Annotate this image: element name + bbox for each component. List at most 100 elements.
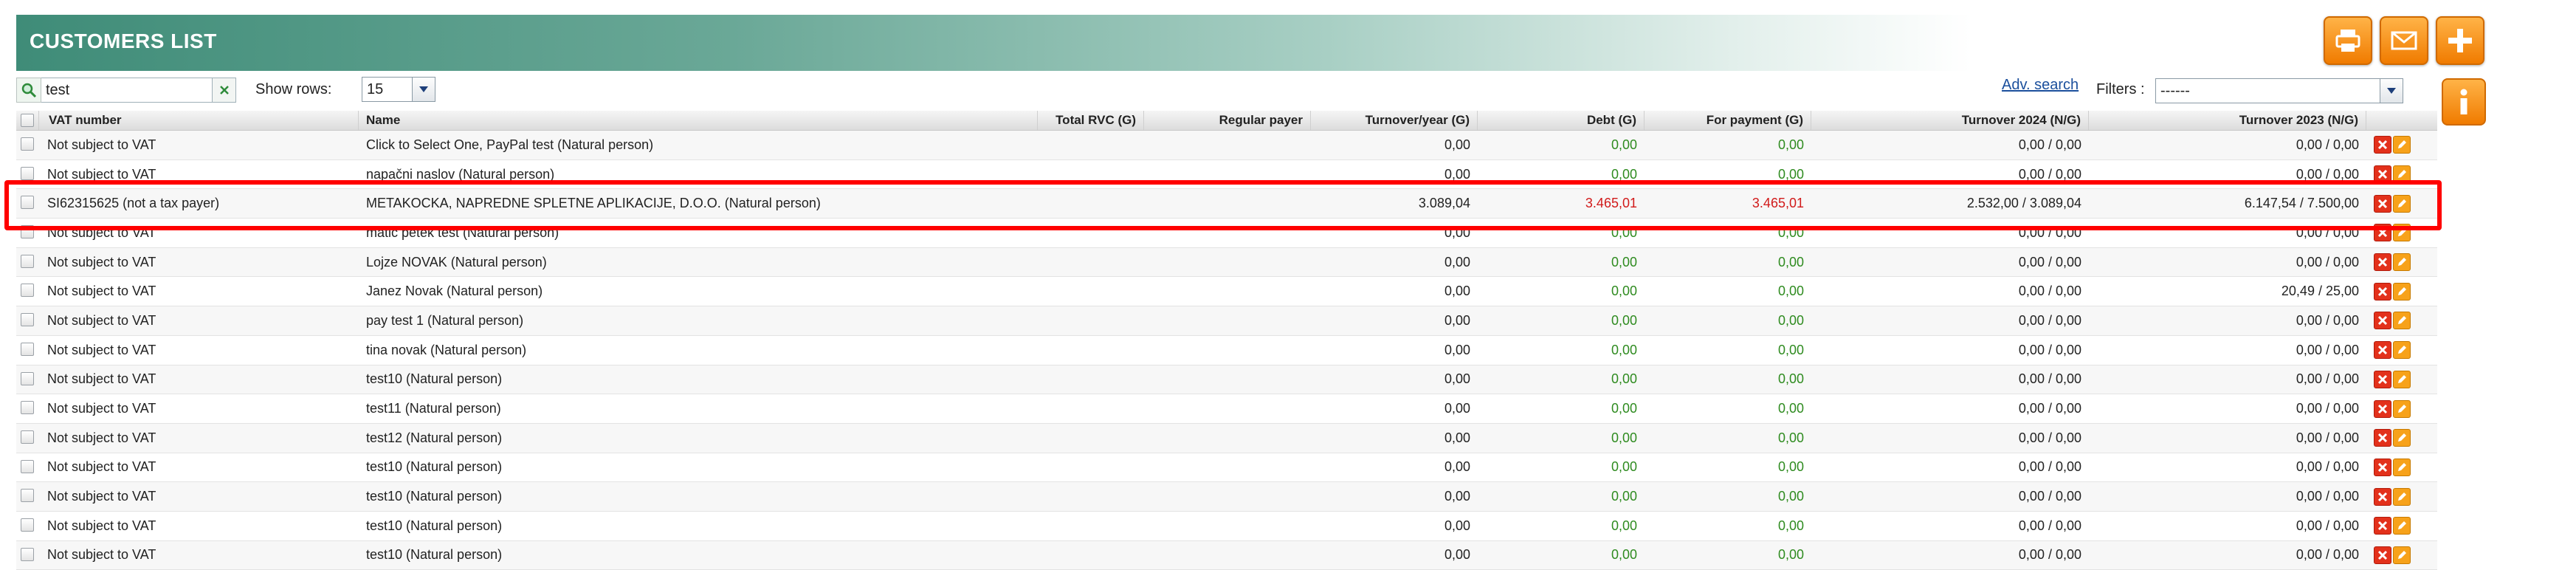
column-turnover-2023[interactable]: Turnover 2023 (N/G): [2089, 111, 2366, 130]
row-checkbox[interactable]: [21, 401, 34, 415]
chevron-down-icon: [412, 78, 435, 101]
delete-button[interactable]: [2374, 517, 2391, 535]
delete-button[interactable]: [2374, 546, 2391, 564]
row-checkbox[interactable]: [21, 547, 34, 561]
table-row[interactable]: Not subject to VAT test10 (Natural person…: [16, 512, 2437, 541]
row-checkbox[interactable]: [21, 196, 34, 210]
column-turnover-year[interactable]: Turnover/year (G): [1311, 111, 1478, 130]
row-checkbox[interactable]: [21, 518, 34, 532]
cell-for-payment: 0,00: [1777, 342, 1804, 357]
cell-vat-number: Not subject to VAT: [47, 489, 156, 504]
email-button[interactable]: [2380, 16, 2428, 65]
delete-button[interactable]: [2374, 224, 2391, 242]
table-row[interactable]: Not subject to VAT Janez Novak (Natural p…: [16, 277, 2437, 307]
table-row[interactable]: Not subject to VAT Click to Select One, P…: [16, 131, 2437, 160]
table-row[interactable]: Not subject to VAT matic petek test (Natu…: [16, 219, 2437, 248]
edit-button[interactable]: [2393, 370, 2411, 388]
delete-button[interactable]: [2374, 341, 2391, 360]
edit-button[interactable]: [2393, 429, 2411, 447]
table-row[interactable]: Not subject to VAT test10 (Natural person…: [16, 365, 2437, 395]
cell-name[interactable]: napačni naslov (Natural person): [366, 160, 1038, 189]
delete-button[interactable]: [2374, 399, 2391, 418]
delete-button[interactable]: [2374, 282, 2391, 301]
delete-button[interactable]: [2374, 429, 2391, 447]
edit-button[interactable]: [2393, 517, 2411, 535]
table-row[interactable]: Not subject to VAT napačni naslov (Natura…: [16, 160, 2437, 190]
row-checkbox[interactable]: [21, 430, 34, 444]
edit-button[interactable]: [2393, 165, 2411, 184]
cell-name[interactable]: test11 (Natural person): [366, 394, 1038, 423]
cell-name[interactable]: Lojze NOVAK (Natural person): [366, 248, 1038, 277]
delete-button[interactable]: [2374, 194, 2391, 213]
row-checkbox[interactable]: [21, 342, 34, 356]
cell-name[interactable]: Click to Select One, PayPal test (Natura…: [366, 131, 1038, 159]
edit-button[interactable]: [2393, 136, 2411, 154]
column-name[interactable]: Name: [359, 111, 1038, 130]
table-row[interactable]: Not subject to VAT tina novak (Natural pe…: [16, 336, 2437, 365]
cell-name[interactable]: test12 (Natural person): [366, 424, 1038, 453]
table-row[interactable]: Not subject to VAT test10 (Natural person…: [16, 540, 2437, 570]
search-button[interactable]: [16, 78, 41, 103]
cell-name[interactable]: METAKOCKA, NAPREDNE SPLETNE APLIKACIJE, …: [366, 189, 1038, 218]
cell-name[interactable]: matic petek test (Natural person): [366, 219, 1038, 247]
row-checkbox[interactable]: [21, 225, 34, 239]
table-row[interactable]: Not subject to VAT test10 (Natural person…: [16, 453, 2437, 483]
search-input[interactable]: [41, 78, 213, 103]
cell-name[interactable]: Janez Novak (Natural person): [366, 277, 1038, 306]
table-row[interactable]: Not subject to VAT pay test 1 (Natural pe…: [16, 306, 2437, 336]
table-row[interactable]: SI62315625 (not a tax payer) METAKOCKA, N…: [16, 189, 2437, 219]
print-button[interactable]: [2324, 16, 2372, 65]
cell-name[interactable]: tina novak (Natural person): [366, 336, 1038, 365]
delete-button[interactable]: [2374, 370, 2391, 388]
edit-button[interactable]: [2393, 487, 2411, 506]
column-for-payment[interactable]: For payment (G): [1645, 111, 1811, 130]
delete-button[interactable]: [2374, 136, 2391, 154]
rows-select[interactable]: 15: [362, 77, 435, 102]
cell-name[interactable]: test10 (Natural person): [366, 482, 1038, 511]
delete-button[interactable]: [2374, 312, 2391, 330]
delete-button[interactable]: [2374, 253, 2391, 272]
edit-button[interactable]: [2393, 282, 2411, 301]
advanced-search-link[interactable]: Adv. search: [2002, 77, 2079, 94]
row-checkbox[interactable]: [21, 459, 34, 473]
edit-button[interactable]: [2393, 458, 2411, 476]
cell-name[interactable]: pay test 1 (Natural person): [366, 306, 1038, 335]
edit-button[interactable]: [2393, 341, 2411, 360]
table-row[interactable]: Not subject to VAT test12 (Natural person…: [16, 423, 2437, 453]
delete-icon: [2377, 433, 2388, 443]
cell-vat-number: Not subject to VAT: [47, 518, 156, 533]
cell-name[interactable]: test10 (Natural person): [366, 453, 1038, 482]
pencil-icon: [2398, 286, 2406, 295]
row-checkbox[interactable]: [21, 166, 34, 180]
row-checkbox[interactable]: [21, 313, 34, 327]
edit-button[interactable]: [2393, 253, 2411, 272]
cell-name[interactable]: test10 (Natural person): [366, 512, 1038, 540]
edit-button[interactable]: [2393, 546, 2411, 564]
column-vat-number[interactable]: VAT number: [38, 111, 359, 130]
cell-name[interactable]: test10 (Natural person): [366, 541, 1038, 570]
column-debt[interactable]: Debt (G): [1478, 111, 1645, 130]
edit-button[interactable]: [2393, 194, 2411, 213]
clear-search-button[interactable]: [213, 78, 236, 103]
table-row[interactable]: Not subject to VAT test10 (Natural person…: [16, 482, 2437, 512]
column-total-rvc[interactable]: Total RVC (G): [1038, 111, 1144, 130]
delete-button[interactable]: [2374, 458, 2391, 476]
edit-button[interactable]: [2393, 399, 2411, 418]
cell-name[interactable]: test10 (Natural person): [366, 365, 1038, 394]
row-checkbox[interactable]: [21, 254, 34, 268]
column-regular-payer[interactable]: Regular payer: [1144, 111, 1311, 130]
table-row[interactable]: Not subject to VAT test11 (Natural person…: [16, 394, 2437, 424]
delete-button[interactable]: [2374, 165, 2391, 184]
info-button[interactable]: [2442, 78, 2486, 126]
row-checkbox[interactable]: [21, 371, 34, 385]
filters-select[interactable]: ------: [2155, 78, 2403, 103]
row-checkbox[interactable]: [21, 284, 34, 298]
add-customer-button[interactable]: [2436, 16, 2484, 65]
edit-button[interactable]: [2393, 312, 2411, 330]
column-turnover-2024[interactable]: Turnover 2024 (N/G): [1811, 111, 2089, 130]
row-checkbox[interactable]: [21, 137, 34, 151]
delete-button[interactable]: [2374, 487, 2391, 506]
edit-button[interactable]: [2393, 224, 2411, 242]
table-row[interactable]: Not subject to VAT Lojze NOVAK (Natural p…: [16, 247, 2437, 278]
row-checkbox[interactable]: [21, 489, 34, 503]
